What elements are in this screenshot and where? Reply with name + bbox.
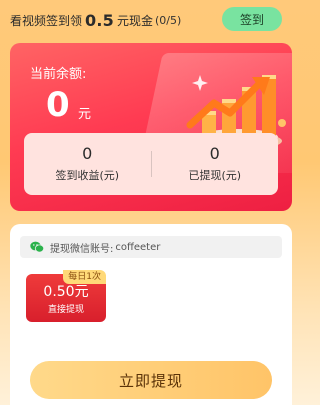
stat-label: 签到收益(元) <box>55 169 120 182</box>
checkin-text-suffix: 元现金 <box>116 13 153 28</box>
balance-value: 0 <box>46 85 70 125</box>
balance-unit: 元 <box>78 107 92 122</box>
checkin-banner: 看视频签到领 0.5 元现金 (0/5) 签到 <box>10 6 292 34</box>
withdraw-panel: 提现微信账号: coffeeter 每日1次 0.50元 直接提现 立即提现 <box>10 224 292 405</box>
wechat-icon <box>30 241 44 253</box>
checkin-progress: (0/5) <box>154 13 182 27</box>
stat-label: 已提现(元) <box>188 169 242 182</box>
withdraw-option[interactable]: 每日1次 0.50元 直接提现 <box>26 270 106 322</box>
option-subtitle: 直接提现 <box>47 305 84 315</box>
balance-card: 当前余额: 0 元 0 签到收益(元) 0 已提现(元) <box>10 43 292 211</box>
wechat-account-value: coffeeter <box>115 241 161 253</box>
checkin-text-prefix: 看视频签到领 <box>10 13 83 28</box>
earnings-stats: 0 签到收益(元) 0 已提现(元) <box>24 133 278 195</box>
wechat-account-row: 提现微信账号: coffeeter <box>20 236 282 258</box>
signin-button[interactable]: 签到 <box>222 7 282 31</box>
balance-label: 当前余额: <box>30 67 87 82</box>
checkin-amount: 0.5 <box>85 10 114 30</box>
option-amount: 0.50元 <box>43 284 89 300</box>
stat-value: 0 <box>82 144 93 163</box>
stat-signin-earnings: 0 签到收益(元) <box>24 145 151 183</box>
wechat-account-label: 提现微信账号: <box>50 243 114 255</box>
daily-limit-badge: 每日1次 <box>63 270 106 284</box>
withdraw-now-button[interactable]: 立即提现 <box>30 361 272 399</box>
stat-value: 0 <box>209 144 220 163</box>
stat-withdrawn: 0 已提现(元) <box>152 145 279 183</box>
